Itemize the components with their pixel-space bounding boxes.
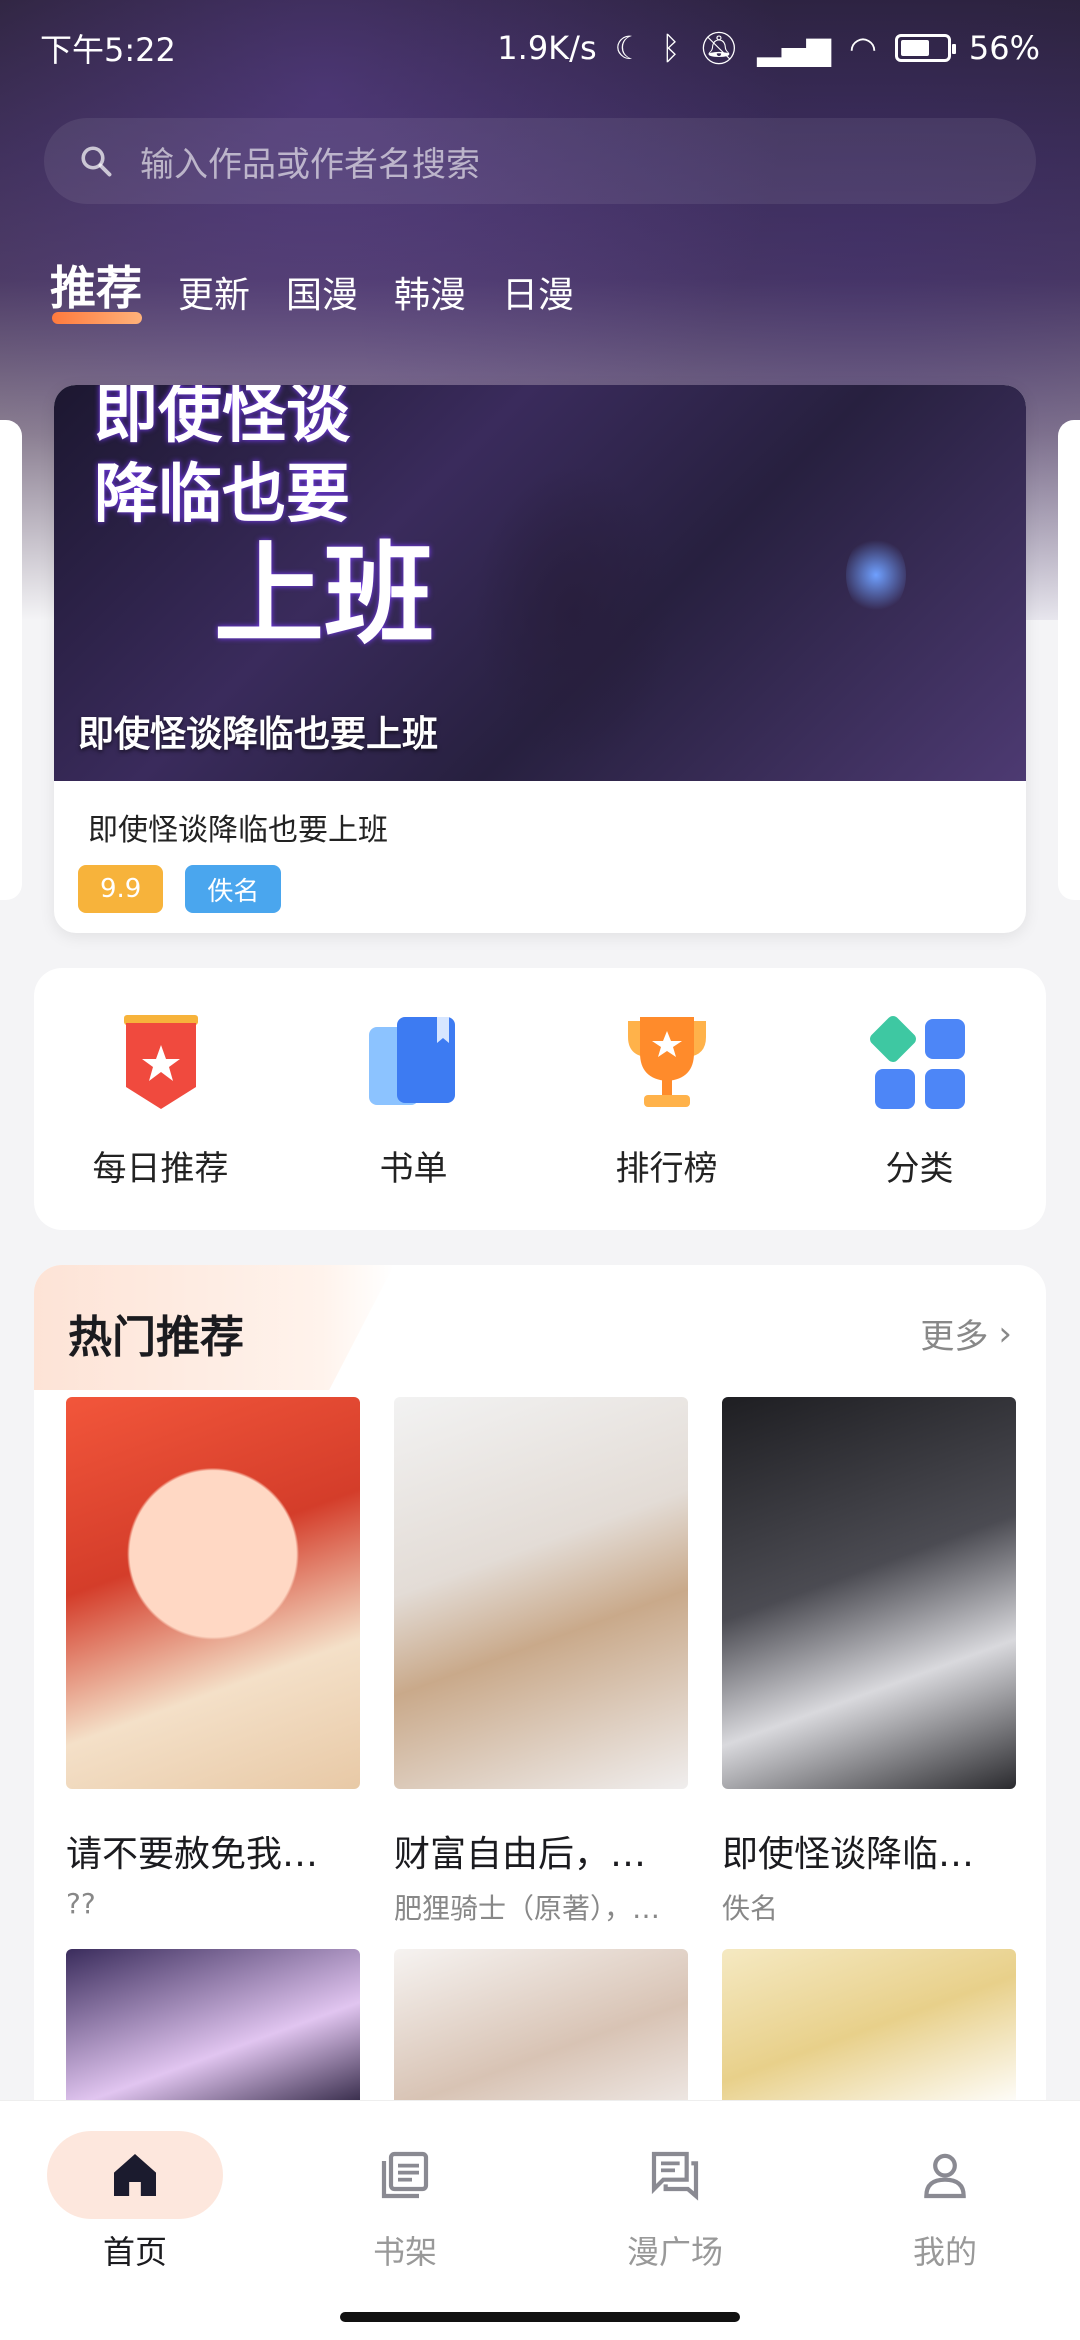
score-badge: 9.9	[78, 865, 164, 913]
comic-grid: 请不要赦免我… ?? 财富自由后，… 肥狸骑士（原著），… 即使怪谈降临… 佚名	[66, 1397, 1016, 2109]
search-icon	[81, 146, 112, 177]
comic-cover	[722, 1397, 1016, 1789]
status-bar: 下午5:22 1.9K/s ☾ ᛒ 🔕︎ ▂▄▆ ◠ 56%	[0, 0, 1080, 96]
tab-recommend[interactable]: 推荐	[50, 252, 142, 324]
quick-item-daily-recommend[interactable]: 每日推荐	[51, 1009, 271, 1190]
home-gesture-bar[interactable]	[340, 2312, 740, 2322]
more-link[interactable]: 更多 ›	[920, 1309, 1012, 1358]
nav-profile[interactable]: 我的	[845, 2131, 1045, 2290]
nav-label-bookshelf: 书架	[372, 2233, 437, 2271]
comic-cover	[394, 1397, 688, 1789]
comic-title: 财富自由后，…	[394, 1834, 647, 1875]
profile-icon	[901, 2131, 989, 2219]
bluetooth-icon: ᛒ	[661, 29, 681, 67]
cover-shadow	[474, 465, 674, 765]
quick-item-category[interactable]: 分类	[810, 1009, 1030, 1190]
banner-title: 即使怪谈降临也要上班	[88, 813, 388, 848]
quick-item-book-list[interactable]: 书单	[304, 1009, 524, 1190]
carousel-next-card[interactable]	[1058, 420, 1080, 900]
banner-card[interactable]: 即使怪谈 降临也要 上班 即使怪谈降临也要上班 即使怪谈降临也要上班 9.9 佚…	[54, 385, 1026, 933]
comic-card[interactable]: 请不要赦免我… ??	[66, 1397, 360, 1927]
art-text-line3: 上班	[214, 531, 434, 659]
trophy-icon	[612, 1009, 722, 1119]
comic-card[interactable]	[66, 1949, 360, 2109]
category-tabs: 推荐 更新 国漫 韩漫 日漫	[50, 252, 574, 324]
comic-author: 肥狸骑士（原著），…	[394, 1892, 661, 1925]
search-placeholder: 输入作品或作者名搜索	[140, 144, 480, 185]
author-badge: 佚名	[185, 865, 282, 913]
comic-cover	[66, 1397, 360, 1789]
section-title: 热门推荐	[68, 1312, 244, 1363]
chevron-right-icon: ›	[998, 1313, 1012, 1354]
search-bar[interactable]: 输入作品或作者名搜索	[44, 118, 1036, 204]
comic-title: 请不要赦免我…	[66, 1834, 319, 1875]
comic-cover	[394, 1949, 688, 2109]
comic-author: 佚名	[722, 1892, 779, 1925]
comic-author: ??	[66, 1887, 96, 1920]
daily-recommend-icon	[106, 1009, 216, 1119]
status-icons: 1.9K/s ☾ ᛒ 🔕︎ ▂▄▆ ◠ 56%	[497, 29, 1040, 67]
nav-label-home: 首页	[102, 2233, 167, 2271]
art-text-line1: 即使怪谈	[94, 385, 350, 452]
comic-card[interactable]: 财富自由后，… 肥狸骑士（原著），…	[394, 1397, 688, 1927]
nav-bookshelf[interactable]: 书架	[305, 2131, 505, 2290]
more-label: 更多	[920, 1317, 989, 1357]
quick-label-daily-recommend: 每日推荐	[92, 1148, 229, 1189]
nav-label-profile: 我的	[912, 2233, 977, 2271]
quick-label-ranking: 排行榜	[615, 1148, 718, 1189]
quick-label-category: 分类	[885, 1148, 954, 1189]
quick-label-book-list: 书单	[379, 1148, 448, 1189]
bottom-navigation: 首页 书架 漫广场 我的	[0, 2100, 1080, 2290]
comic-card[interactable]	[722, 1949, 1016, 2109]
tab-korean-comics[interactable]: 韩漫	[394, 266, 466, 318]
tab-update[interactable]: 更新	[178, 266, 250, 318]
battery-icon	[894, 34, 956, 62]
tab-japanese-comics[interactable]: 日漫	[502, 266, 574, 318]
cover-glow	[846, 535, 906, 615]
art-text-line2: 降临也要	[94, 458, 350, 532]
quick-item-ranking[interactable]: 排行榜	[557, 1009, 777, 1190]
square-chat-icon	[631, 2131, 719, 2219]
signal-icon: ▂▄▆	[757, 29, 831, 67]
carousel-prev-card[interactable]	[0, 420, 22, 900]
banner-overlay-title: 即使怪谈降临也要上班	[78, 714, 439, 755]
comic-card[interactable]	[394, 1949, 688, 2109]
status-time: 下午5:22	[40, 31, 176, 69]
nav-label-square: 漫广场	[626, 2233, 723, 2271]
quick-menu: 每日推荐 书单 排行榜 分类	[34, 968, 1046, 1230]
banner-art-title: 即使怪谈 降临也要 上班	[94, 385, 434, 655]
banner-cover-image: 即使怪谈 降临也要 上班 即使怪谈降临也要上班	[54, 385, 1026, 781]
bookshelf-icon	[361, 2131, 449, 2219]
nav-home[interactable]: 首页	[35, 2131, 235, 2290]
wifi-icon: ◠	[848, 29, 877, 67]
comic-cover	[66, 1949, 360, 2109]
hot-recommend-section: 热门推荐 更多 › 请不要赦免我… ?? 财富自由后，… 肥狸骑士（原著），… …	[34, 1265, 1046, 2165]
comic-card[interactable]: 即使怪谈降临… 佚名	[722, 1397, 1016, 1927]
book-list-icon	[359, 1009, 469, 1119]
home-icon	[91, 2131, 179, 2219]
mute-bell-icon: 🔕︎	[698, 29, 740, 67]
moon-icon: ☾	[614, 29, 644, 67]
comic-title: 即使怪谈降临…	[722, 1834, 975, 1875]
battery-percent: 56%	[968, 29, 1040, 67]
comic-cover	[722, 1949, 1016, 2109]
nav-square[interactable]: 漫广场	[575, 2131, 775, 2290]
network-speed: 1.9K/s	[497, 29, 597, 67]
tab-chinese-comics[interactable]: 国漫	[286, 266, 358, 318]
category-icon	[865, 1009, 975, 1119]
banner-badges: 9.9 佚名	[78, 865, 282, 913]
